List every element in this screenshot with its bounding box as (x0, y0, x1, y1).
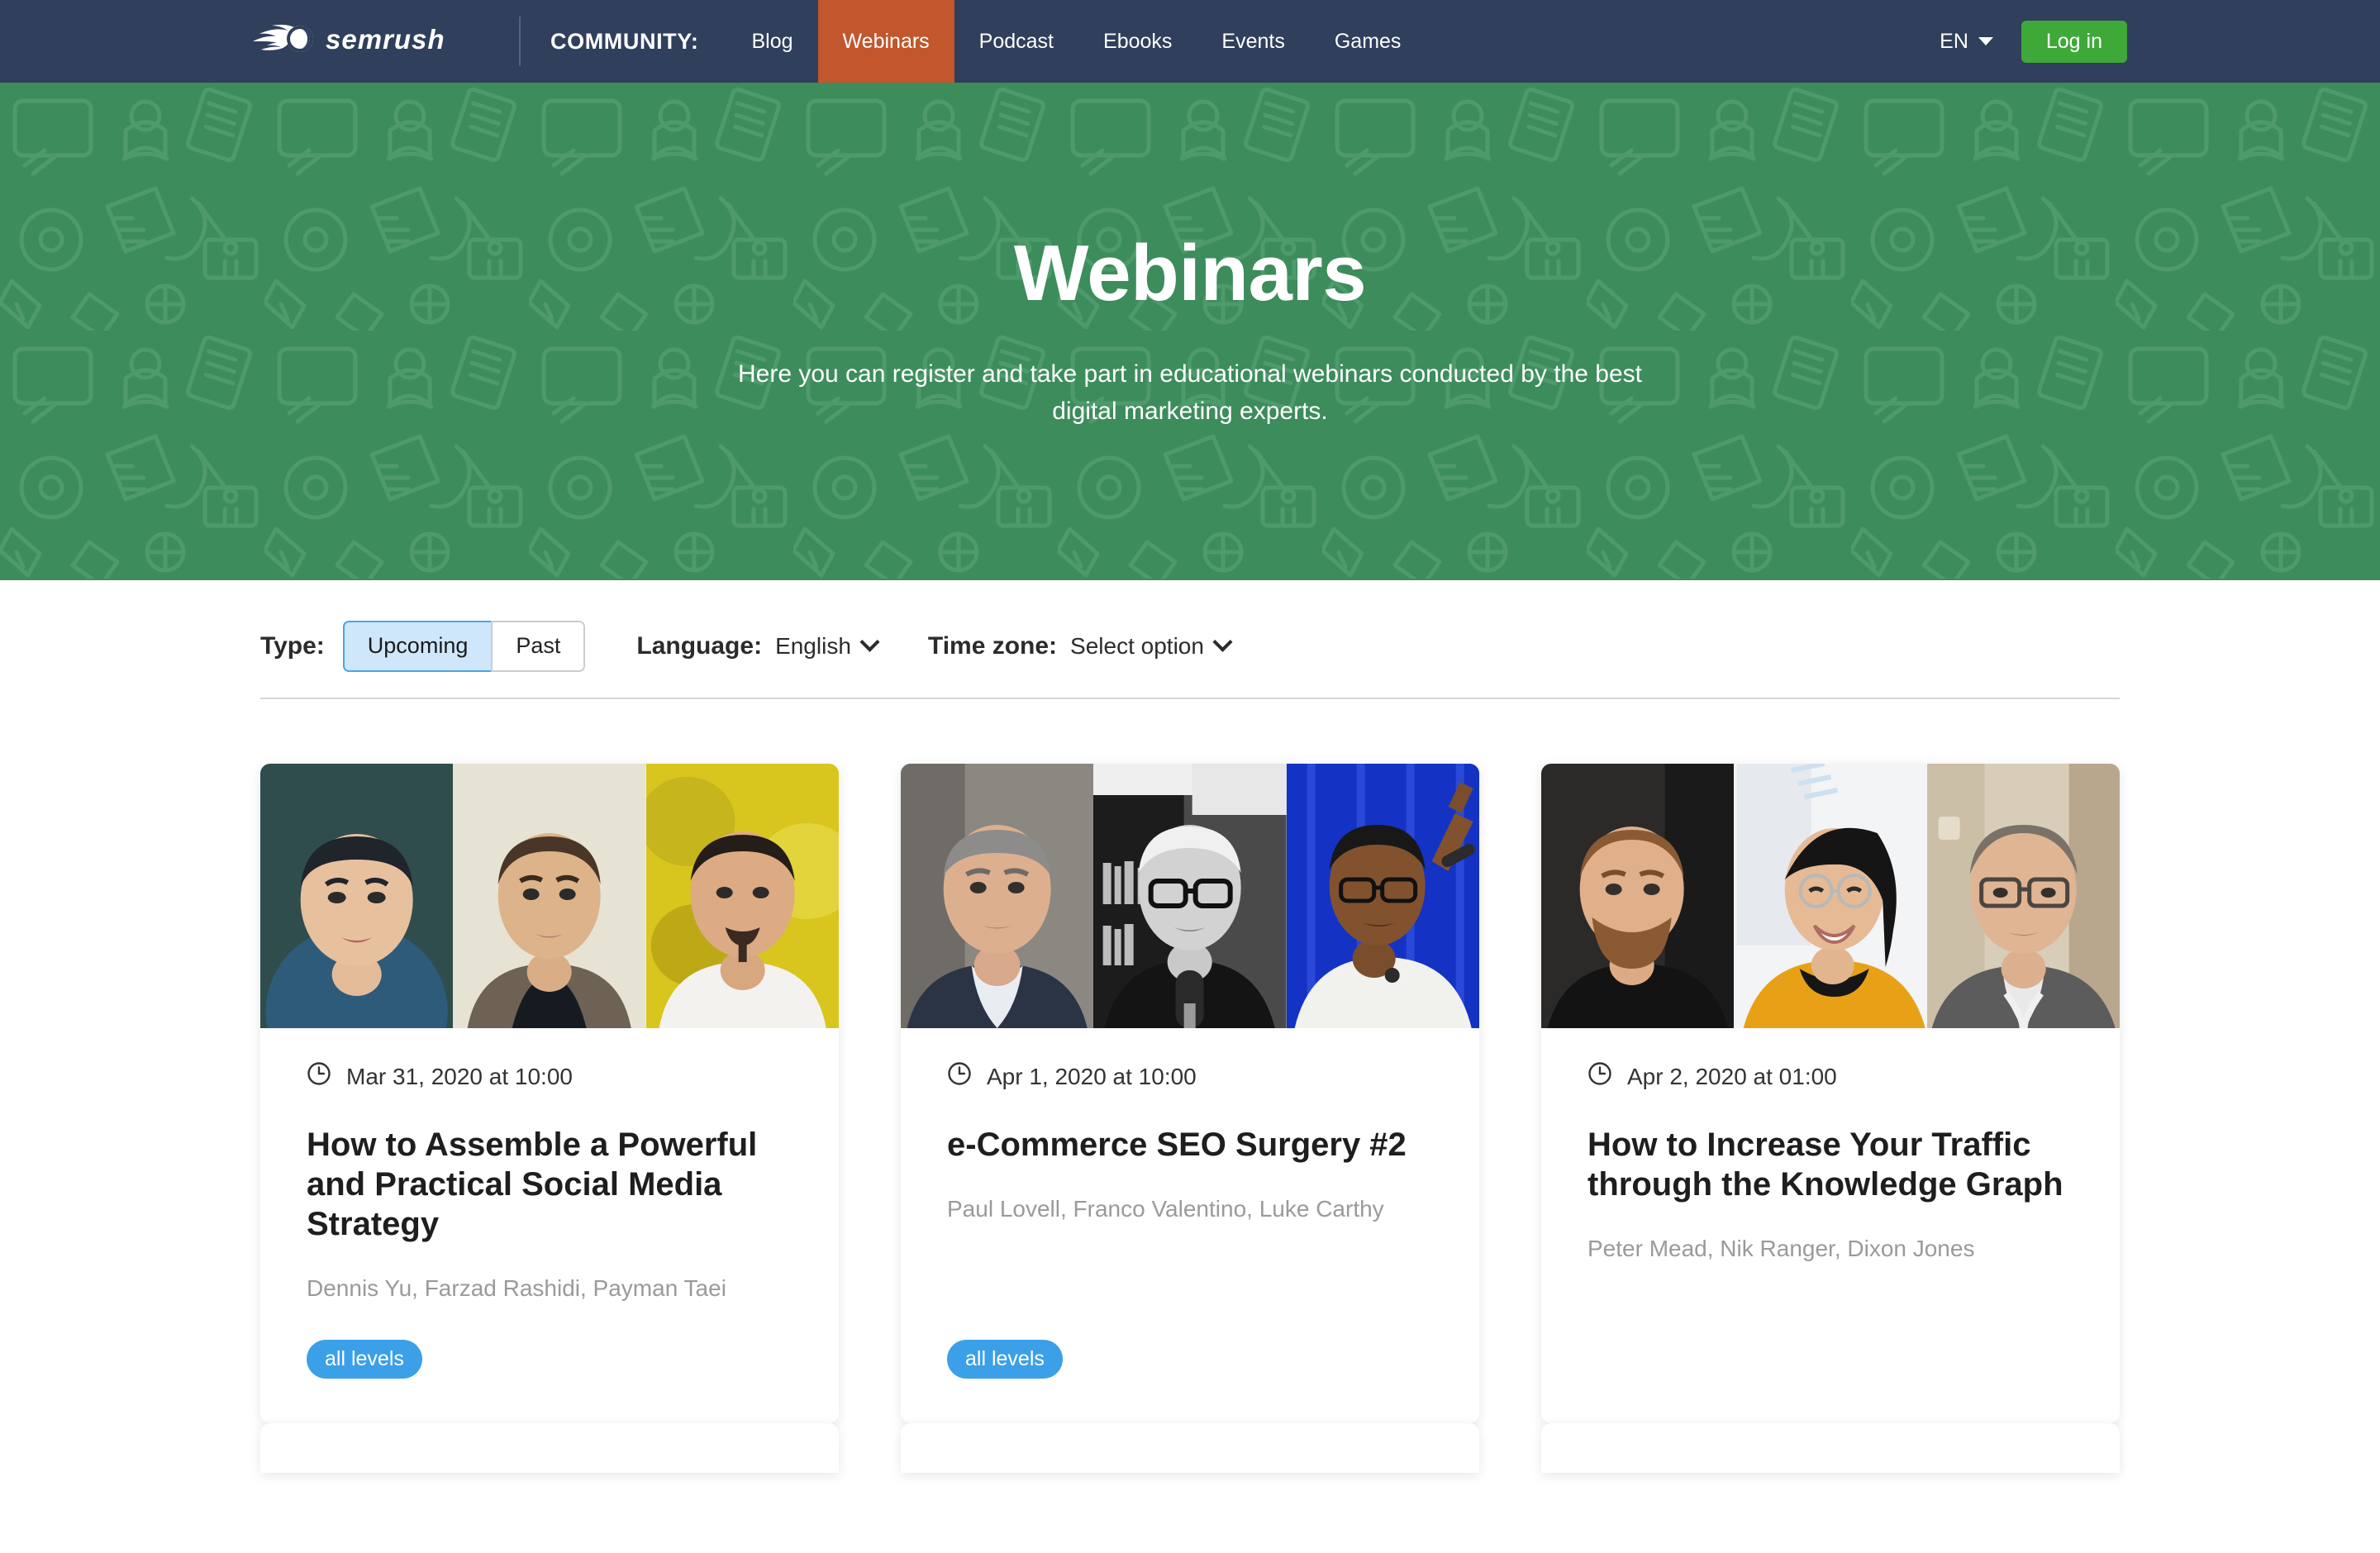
webinar-card-grid: Mar 31, 2020 at 10:00 How to Assemble a … (260, 699, 2120, 1423)
timezone-filter-select[interactable]: Select option (1070, 631, 1233, 660)
language-filter-select[interactable]: English (775, 631, 880, 660)
page-title: Webinars (1013, 229, 1367, 317)
community-label: COMMUNITY: (550, 28, 699, 54)
speaker-photo-nik-ranger (1734, 764, 1927, 1028)
nav-item-blog[interactable]: Blog (726, 0, 817, 83)
hero-subtitle: Here you can register and take part in e… (737, 360, 1642, 426)
webinar-date-text: Apr 2, 2020 at 01:00 (1627, 1063, 1837, 1089)
webinar-badge-row: all levels (307, 1339, 793, 1379)
webinar-level-badge: all levels (307, 1339, 422, 1379)
semrush-logo-link[interactable]: semrush (253, 0, 519, 83)
chevron-down-icon (1978, 37, 1993, 45)
filters-shell: Type: Upcoming Past Language: English Ti… (260, 580, 2120, 698)
webinar-title: How to Assemble a Powerful and Practical… (307, 1127, 758, 1242)
nav-item-webinars[interactable]: Webinars (817, 0, 954, 83)
webinar-card[interactable] (1541, 1422, 2120, 1473)
next-row-partial (260, 1422, 2120, 1473)
hero-banner: Webinars Here you can register and take … (0, 83, 2380, 580)
clock-icon (947, 1061, 972, 1092)
nav-items-list: Blog Webinars Podcast Ebooks Events Game… (726, 0, 1426, 83)
chevron-down-icon (859, 631, 880, 652)
speaker-photo-strip (901, 764, 1479, 1028)
main-content: Type: Upcoming Past Language: English Ti… (0, 580, 2380, 1473)
chevron-down-icon (1212, 631, 1233, 652)
webinar-card[interactable]: Apr 1, 2020 at 10:00 e-Commerce SEO Surg… (901, 764, 1479, 1423)
type-option-upcoming[interactable]: Upcoming (342, 621, 492, 672)
timezone-filter-label: Time zone: (927, 632, 1058, 660)
speaker-photo-dixon-jones (1926, 764, 2120, 1028)
nav-right-group: EN Log in (1940, 0, 2380, 83)
nav-item-events[interactable]: Events (1197, 0, 1309, 83)
webinar-speakers: Peter Mead, Nik Ranger, Dixon Jones (1587, 1236, 1975, 1261)
speaker-photo-farzad-rashidi (453, 764, 646, 1028)
top-navigation-bar: semrush COMMUNITY: Blog Webinars Podcast… (0, 0, 2380, 83)
webinar-card-body: Apr 1, 2020 at 10:00 e-Commerce SEO Surg… (901, 1028, 1479, 1423)
webinar-date-text: Apr 1, 2020 at 10:00 (987, 1063, 1197, 1089)
language-filter-value: English (775, 633, 851, 659)
webinar-level-badge: all levels (947, 1339, 1063, 1379)
webinar-badge-row: all levels (947, 1339, 1433, 1379)
speaker-photo-luke-carthy (1286, 764, 1479, 1028)
webinar-card[interactable] (260, 1422, 839, 1473)
speaker-photo-strip (260, 764, 839, 1028)
filter-group-type: Type: Upcoming Past (260, 621, 586, 672)
nav-item-ebooks[interactable]: Ebooks (1078, 0, 1197, 83)
speaker-photo-franco-valentino (1093, 764, 1287, 1028)
clock-icon (307, 1061, 331, 1092)
timezone-filter-value: Select option (1070, 633, 1204, 659)
webinar-date-text: Mar 31, 2020 at 10:00 (346, 1063, 573, 1089)
filter-group-timezone: Time zone: Select option (927, 631, 1233, 660)
webinar-title: e-Commerce SEO Surgery #2 (947, 1127, 1407, 1163)
webinar-card-body: Mar 31, 2020 at 10:00 How to Assemble a … (260, 1028, 839, 1423)
type-option-past[interactable]: Past (491, 621, 586, 672)
webinar-card[interactable]: Apr 2, 2020 at 01:00 How to Increase You… (1541, 764, 2120, 1423)
speaker-photo-paul-lovell (901, 764, 1094, 1028)
semrush-flame-logo-icon (253, 22, 314, 61)
filters-bar: Type: Upcoming Past Language: English Ti… (260, 580, 2120, 698)
webinar-speakers: Paul Lovell, Franco Valentino, Luke Cart… (947, 1196, 1384, 1222)
webinar-card[interactable] (901, 1422, 1479, 1473)
nav-item-podcast[interactable]: Podcast (954, 0, 1078, 83)
type-segmented-control: Upcoming Past (342, 621, 586, 672)
nav-item-games[interactable]: Games (1310, 0, 1426, 83)
speaker-photo-dennis-yu (260, 764, 454, 1028)
clock-icon (1587, 1061, 1612, 1092)
svg-text:semrush: semrush (326, 25, 445, 55)
speaker-photo-payman-taei (645, 764, 839, 1028)
webinar-date-row: Mar 31, 2020 at 10:00 (307, 1061, 793, 1092)
language-switcher[interactable]: EN (1940, 30, 1993, 54)
webinar-date-row: Apr 1, 2020 at 10:00 (947, 1061, 1433, 1092)
webinar-card-body: Apr 2, 2020 at 01:00 How to Increase You… (1541, 1028, 2120, 1423)
semrush-wordmark: semrush (326, 24, 488, 59)
language-switcher-label: EN (1940, 29, 1968, 53)
webinar-title: How to Increase Your Traffic through the… (1587, 1127, 2063, 1203)
nav-left-group: semrush COMMUNITY: Blog Webinars Podcast… (0, 0, 1426, 83)
language-filter-label: Language: (636, 632, 763, 660)
filter-group-language: Language: English (636, 631, 880, 660)
type-filter-label: Type: (260, 632, 325, 660)
webinar-card[interactable]: Mar 31, 2020 at 10:00 How to Assemble a … (260, 764, 839, 1423)
speaker-photo-strip (1541, 764, 2120, 1028)
webinar-date-row: Apr 2, 2020 at 01:00 (1587, 1061, 2073, 1092)
webinar-speakers: Dennis Yu, Farzad Rashidi, Payman Taei (307, 1275, 726, 1301)
login-button[interactable]: Log in (2021, 20, 2127, 63)
speaker-photo-peter-mead (1541, 764, 1735, 1028)
